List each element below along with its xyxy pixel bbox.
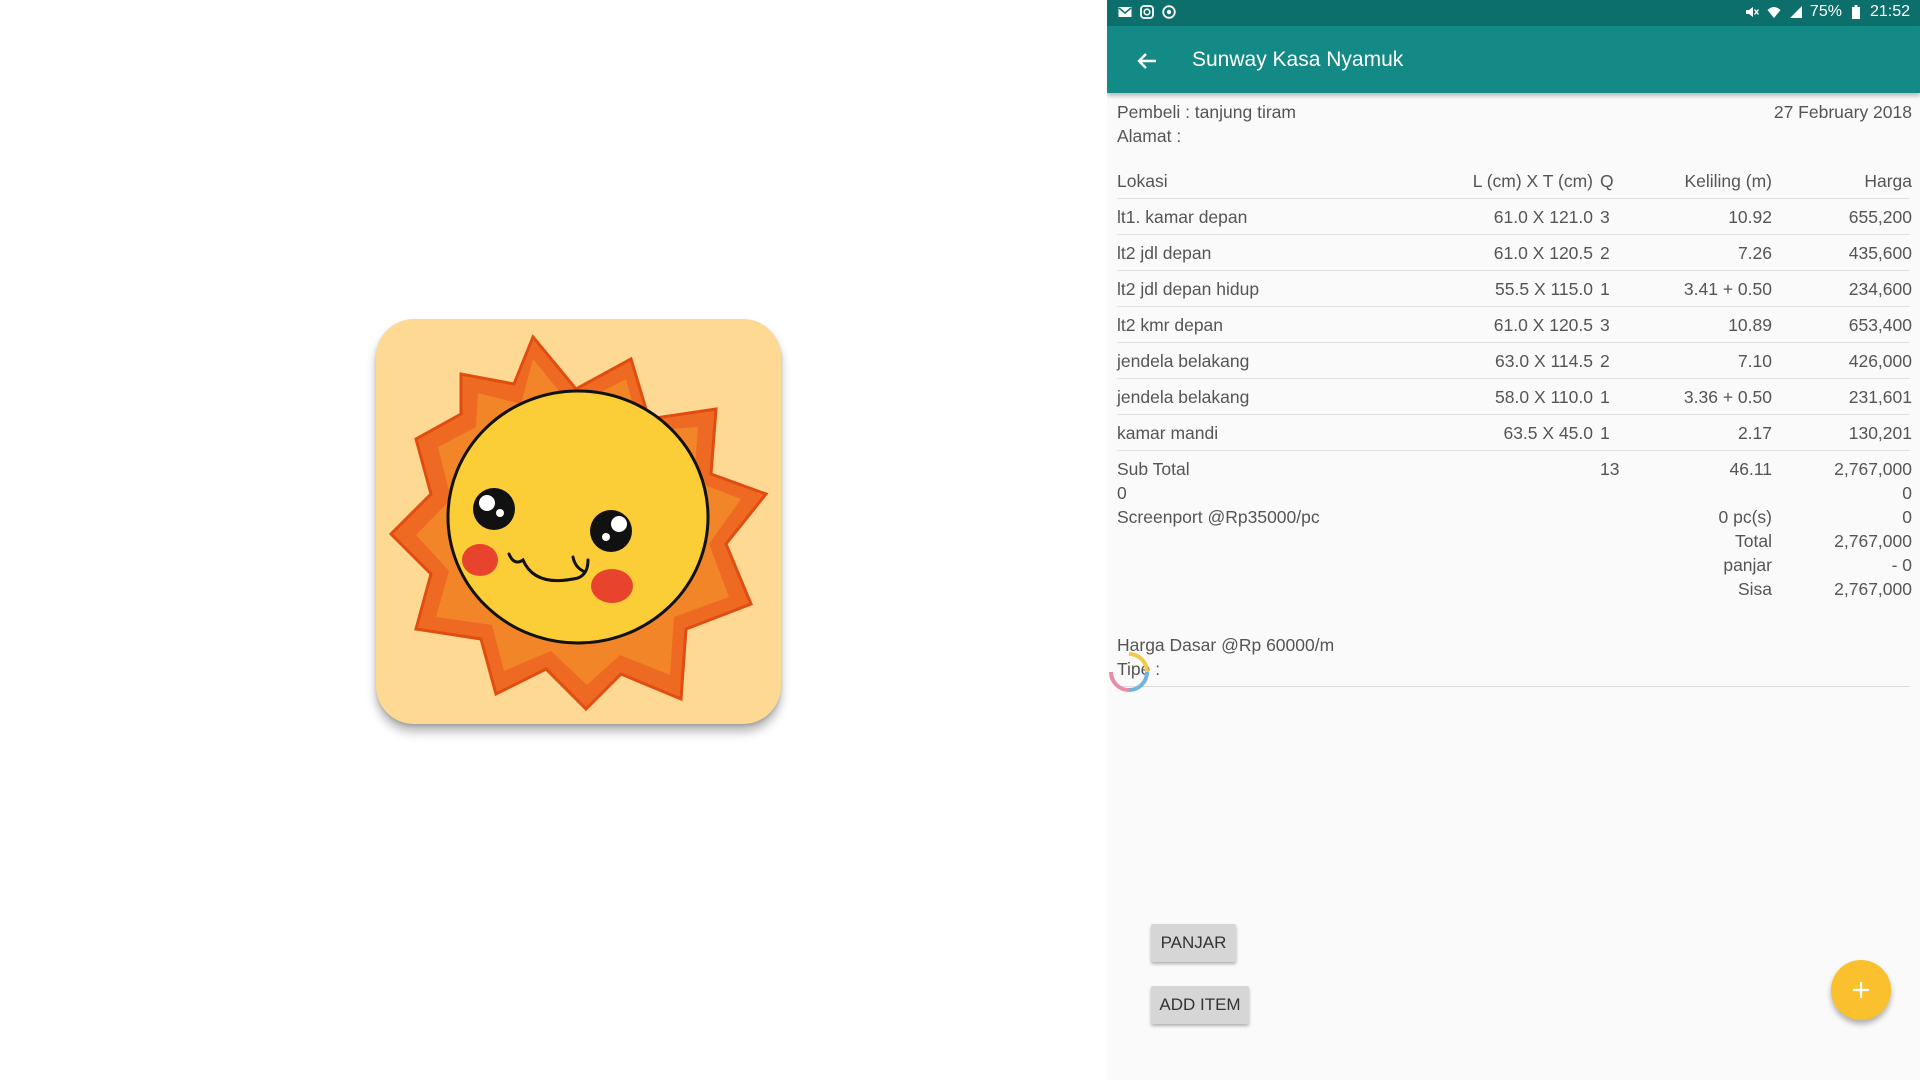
- add-fab-button[interactable]: [1831, 960, 1891, 1020]
- app-notification-icon: [1161, 4, 1177, 20]
- col-lokasi: Lokasi: [1117, 171, 1168, 191]
- sun-logo-icon: [388, 334, 769, 712]
- subtotal-keliling: 46.11: [1729, 459, 1773, 479]
- status-left-icons: [1117, 4, 1177, 20]
- row-quantity: 3: [1600, 315, 1610, 335]
- row-keliling: 10.89: [1728, 315, 1772, 335]
- row-dimension: 58.0 X 110.0: [1495, 387, 1593, 407]
- col-quantity: Q: [1600, 171, 1614, 191]
- row-dimension: 61.0 X 120.5: [1493, 315, 1593, 335]
- screenport-value: 0: [1902, 507, 1912, 527]
- plus-icon: [1853, 982, 1869, 998]
- right-eye: [590, 510, 632, 552]
- right-cheek: [591, 569, 633, 603]
- row-lokasi: lt2 jdl depan: [1117, 243, 1212, 263]
- arrow-back-icon: [1137, 53, 1156, 69]
- row-keliling: 7.10: [1737, 351, 1772, 371]
- row-keliling: 10.92: [1728, 207, 1772, 227]
- row-dimension: 61.0 X 120.5: [1493, 243, 1593, 263]
- subtotal-quantity: 13: [1600, 459, 1620, 479]
- subtotal-label: Sub Total: [1117, 459, 1190, 479]
- extra-left-value: 0: [1117, 483, 1127, 503]
- divider: [1117, 270, 1910, 271]
- col-dimension: L (cm) X T (cm): [1472, 171, 1593, 191]
- row-quantity: 1: [1600, 423, 1610, 443]
- screenport-label: Screenport @Rp35000/pc: [1117, 507, 1320, 527]
- signal-icon: [1788, 4, 1804, 20]
- row-dimension: 55.5 X 115.0: [1495, 279, 1593, 299]
- divider: [1117, 686, 1910, 687]
- divider: [1117, 342, 1910, 343]
- panjar-button[interactable]: PANJAR: [1151, 924, 1236, 962]
- row-keliling: 3.41 + 0.50: [1683, 279, 1772, 299]
- row-harga: 130,201: [1848, 423, 1912, 443]
- divider: [1117, 450, 1910, 451]
- row-harga: 426,000: [1848, 351, 1912, 371]
- app-bar: Sunway Kasa Nyamuk: [1107, 26, 1920, 93]
- clock: 21:52: [1869, 3, 1910, 20]
- back-button[interactable]: [1127, 41, 1167, 81]
- wifi-icon: [1766, 4, 1782, 20]
- row-dimension: 61.0 X 121.0: [1493, 207, 1593, 227]
- row-lokasi: kamar mandi: [1117, 423, 1219, 443]
- alamat-label: Alamat :: [1117, 126, 1182, 146]
- battery-icon: [1848, 4, 1864, 20]
- col-harga: Harga: [1864, 171, 1912, 191]
- battery-percent: 75%: [1809, 3, 1842, 20]
- invoice-date: 27 February 2018: [1773, 102, 1912, 122]
- row-lokasi: lt2 jdl depan hidup: [1117, 279, 1260, 299]
- page-title: Sunway Kasa Nyamuk: [1192, 48, 1404, 71]
- left-eye: [473, 488, 515, 530]
- divider: [1117, 234, 1910, 235]
- row-lokasi: jendela belakang: [1117, 387, 1250, 407]
- mail-icon: [1117, 4, 1133, 20]
- row-quantity: 1: [1600, 279, 1610, 299]
- row-keliling: 2.17: [1737, 423, 1772, 443]
- extra-right-value: 0: [1902, 483, 1912, 503]
- divider: [1117, 378, 1910, 379]
- row-quantity: 2: [1600, 243, 1610, 263]
- row-dimension: 63.5 X 45.0: [1503, 423, 1593, 443]
- row-harga: 653,400: [1848, 315, 1912, 335]
- status-bar: 75% 21:52: [1107, 0, 1920, 26]
- row-quantity: 2: [1600, 351, 1610, 371]
- divider: [1117, 414, 1910, 415]
- sisa-label: Sisa: [1737, 579, 1772, 599]
- row-harga: 655,200: [1848, 207, 1912, 227]
- mute-icon: [1744, 4, 1760, 20]
- row-keliling: 3.36 + 0.50: [1683, 387, 1772, 407]
- row-quantity: 1: [1600, 387, 1610, 407]
- col-keliling: Keliling (m): [1684, 171, 1772, 191]
- total-label: Total: [1735, 531, 1772, 551]
- row-keliling: 7.26: [1737, 243, 1772, 263]
- status-right-icons: 75% 21:52: [1744, 3, 1910, 21]
- divider: [1117, 198, 1910, 199]
- add-item-button[interactable]: ADD ITEM: [1151, 986, 1249, 1024]
- row-harga: 435,600: [1848, 243, 1912, 263]
- row-lokasi: jendela belakang: [1117, 351, 1250, 371]
- row-harga: 234,600: [1848, 279, 1912, 299]
- panjar-value: - 0: [1891, 555, 1912, 575]
- row-lokasi: lt2 kmr depan: [1117, 315, 1224, 335]
- pembeli-label: Pembeli : tanjung tiram: [1117, 102, 1296, 122]
- instagram-icon: [1139, 4, 1155, 20]
- screenport-count: 0 pc(s): [1718, 507, 1772, 527]
- row-dimension: 63.0 X 114.5: [1495, 351, 1593, 371]
- row-harga: 231,601: [1848, 387, 1912, 407]
- subtotal-harga: 2,767,000: [1834, 459, 1912, 479]
- left-cheek: [462, 544, 498, 576]
- sisa-value: 2,767,000: [1834, 579, 1912, 599]
- total-value: 2,767,000: [1834, 531, 1912, 551]
- row-quantity: 3: [1600, 207, 1610, 227]
- divider: [1117, 306, 1910, 307]
- promo-panel: [0, 0, 1107, 1080]
- loading-spinner-icon: [1109, 652, 1149, 692]
- app-icon-sun: [376, 319, 781, 724]
- panjar-label: panjar: [1723, 555, 1772, 575]
- row-lokasi: lt1. kamar depan: [1117, 207, 1248, 227]
- phone-screen: 75% 21:52 Sunway Kasa Nyamuk Pembeli : t…: [1107, 0, 1920, 1080]
